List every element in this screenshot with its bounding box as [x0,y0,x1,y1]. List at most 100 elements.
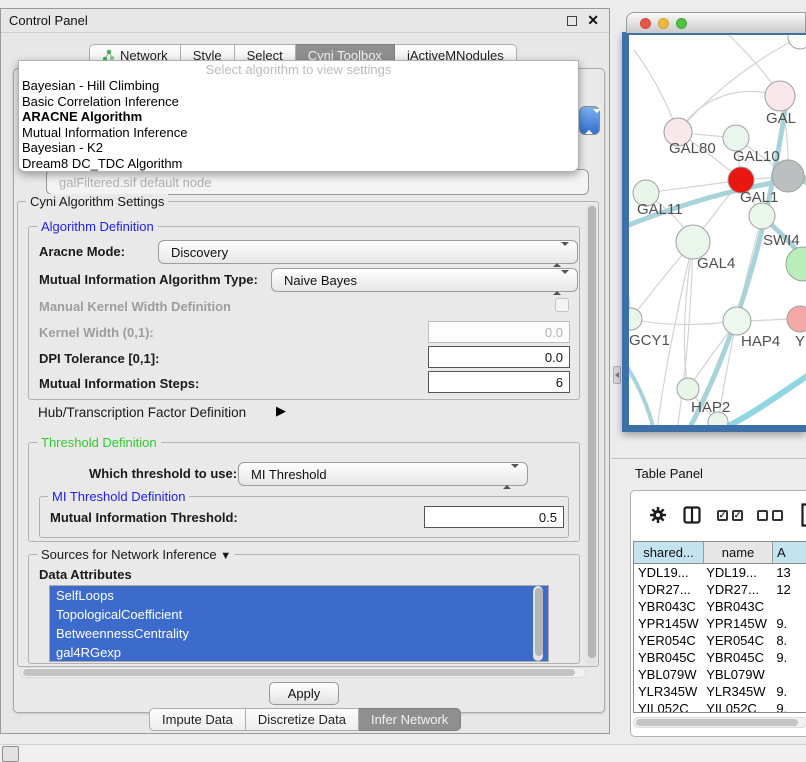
column-header-name[interactable]: name [704,542,773,563]
network-node-gal[interactable] [765,81,795,111]
settings-scrollbar[interactable] [586,204,597,666]
dock-panel-icon[interactable] [2,746,19,762]
attribute-item-topologicalcoefficient[interactable]: TopologicalCoefficient [50,605,548,624]
network-node-hap2[interactable] [677,378,699,400]
dpi-tolerance-field[interactable]: 0.0 [428,346,570,368]
network-node-hap4[interactable] [723,307,751,335]
table-cell: YBR043C [704,599,773,614]
network-node-gcy1[interactable] [629,308,642,330]
network-node-label: GAL10 [733,148,780,165]
table-row[interactable]: YDL19...YDL19...13 [634,564,806,581]
attribute-item-betweennesscentrality[interactable]: BetweennessCentrality [50,624,548,643]
which-threshold-combobox[interactable]: MI Threshold [238,462,528,486]
gear-icon[interactable] [649,506,667,524]
dropdown-item-bayesian-hill-climbing[interactable]: Bayesian - Hill Climbing [19,78,578,94]
attr-list-scrollbar[interactable] [533,586,543,661]
attribute-item-selfloops[interactable]: SelfLoops [50,586,548,605]
bottom-tab-discretize-data[interactable]: Discretize Data [246,708,359,731]
dropdown-item-bayesian-k2[interactable]: Bayesian - K2 [19,140,578,156]
unchecked-checkboxes-icon[interactable] [757,510,787,521]
table-row[interactable]: YBR045CYBR045C9. [634,649,806,666]
table-row[interactable]: YBL079WYBL079W [634,666,806,683]
table-cell: YBL079W [704,667,773,682]
network-canvas[interactable]: GALGAL80GAL10GAL1GAL11SWI4GAL4GCY1HAP4YH… [629,35,806,425]
network-edge-thick [629,355,655,425]
table-panel-body: ✓✓ shared...nameA YDL19...YDL19...13YDR2… [630,490,806,737]
checked-checkboxes-icon[interactable]: ✓✓ [717,510,747,521]
apply-button[interactable]: Apply [269,682,339,705]
node-table: shared...nameA YDL19...YDL19...13YDR27..… [633,541,806,713]
close-traffic-light-icon[interactable] [640,18,651,29]
table-h-scrollbar[interactable] [633,717,806,728]
bottom-tab-label: Infer Network [371,712,448,727]
float-window-icon[interactable] [567,16,577,26]
close-icon[interactable]: ✕ [587,12,599,29]
mi-algorithm-type-combobox[interactable]: Naive Bayes [271,268,578,292]
split-pane-divider-grip[interactable] [613,366,621,384]
bottom-tab-impute-data[interactable]: Impute Data [149,708,246,731]
split-columns-icon[interactable] [683,506,701,524]
table-cell: 9. [773,616,806,631]
algorithm-dropdown-items: Bayesian - Hill ClimbingBasic Correlatio… [19,78,578,172]
table-row[interactable]: YLR345WYLR345W9. [634,683,806,700]
mi-algorithm-type-label: Mutual Information Algorithm Type: [39,272,258,287]
settings-h-scrollbar[interactable] [20,667,586,678]
sources-group: Sources for Network Inference ▼ Data Att… [28,554,580,664]
threshold-definition-group: Threshold Definition Which threshold to … [28,442,580,542]
network-node-label: GAL4 [697,255,735,272]
control-panel-titlebar: Control Panel ✕ [1,9,609,33]
table-row[interactable]: YPR145WYPR145W9. [634,615,806,632]
mi-steps-field[interactable]: 6 [428,371,570,393]
dropdown-item-dream8-dc-tdc-algorithm[interactable]: Dream8 DC_TDC Algorithm [19,156,578,172]
document-icon[interactable] [801,503,806,527]
network-window-titlebar[interactable] [626,12,806,33]
which-threshold-label: Which threshold to use: [89,466,237,481]
network-node-label: GAL80 [669,140,716,157]
network-node[interactable] [772,160,804,192]
table-cell: YBL079W [634,667,704,682]
zoom-traffic-light-icon[interactable] [676,18,687,29]
table-row[interactable]: YBR043CYBR043C [634,598,806,615]
mi-threshold-field[interactable]: 0.5 [424,506,564,528]
table-row[interactable]: YDR27...YDR27...12 [634,581,806,598]
network-edge-thick [714,365,806,425]
table-cell: YBR043C [634,599,704,614]
table-cell: 12 [773,582,806,597]
minimize-traffic-light-icon[interactable] [658,18,669,29]
dropdown-item-aracne-algorithm[interactable]: ARACNE Algorithm [19,109,578,125]
network-node[interactable] [786,247,806,281]
table-row[interactable]: YER054CYER054C8. [634,632,806,649]
attribute-item-gal4rgexp[interactable]: gal4RGexp [50,643,548,662]
mi-algorithm-type-value: Naive Bayes [272,273,357,288]
network-selector-combobox[interactable]: galFiltered.sif default node [46,169,589,195]
network-node[interactable] [788,35,806,49]
network-edge [631,319,737,325]
inference-algorithm-combo-fragment[interactable] [579,106,600,135]
table-panel-divider [611,458,806,459]
network-node-y[interactable] [787,306,806,332]
cyni-algorithm-settings-group: Cyni Algorithm Settings Algorithm Defini… [17,201,599,667]
table-cell: YIL052C [704,701,773,712]
spinner-arrows-icon [585,113,601,131]
table-cell: YDL19... [634,565,704,580]
manual-kernel-width-checkbox[interactable] [555,298,569,312]
network-node-label: HAP2 [691,399,730,416]
network-node-gal4[interactable] [676,225,710,259]
column-header-shared-[interactable]: shared... [634,542,704,563]
table-cell: YLR345W [704,684,773,699]
bottom-tab-infer-network[interactable]: Infer Network [359,708,461,731]
column-header-a[interactable]: A [773,542,806,563]
mi-threshold-label: Mutual Information Threshold: [50,510,238,525]
expand-right-icon[interactable]: ▶ [276,403,286,419]
dropdown-item-basic-correlation-inference[interactable]: Basic Correlation Inference [19,94,578,110]
dropdown-item-mutual-information-inference[interactable]: Mutual Information Inference [19,125,578,141]
kernel-width-field[interactable]: 0.0 [428,321,570,343]
table-row[interactable]: YIL052CYIL052C9. [634,700,806,712]
collapse-down-icon[interactable]: ▼ [220,550,231,562]
table-cell: 9. [773,684,806,699]
status-strip [0,744,806,762]
aracne-mode-combobox[interactable]: Discovery [158,240,578,264]
network-node-swi4[interactable] [749,203,775,229]
network-node-label: HAP4 [741,333,780,350]
table-cell: 8. [773,633,806,648]
